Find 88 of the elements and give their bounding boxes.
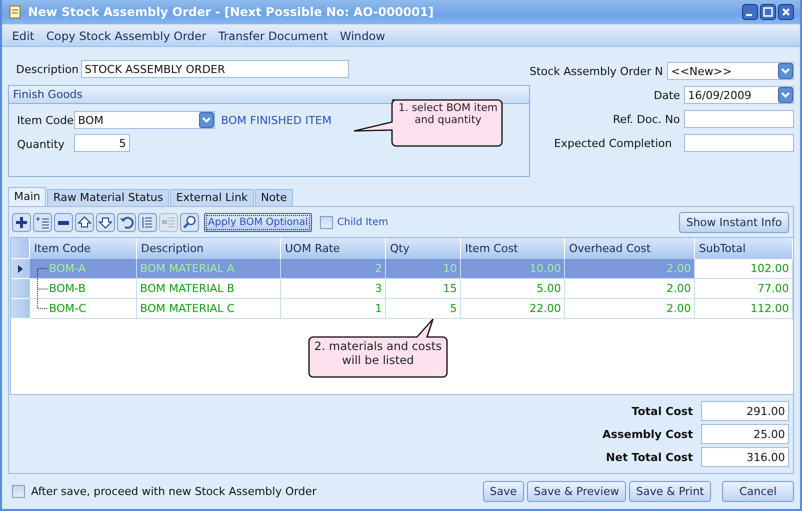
text-field[interactable]: [684, 134, 794, 152]
table-cell: 2.00: [666, 282, 691, 295]
total-label: Net Total Cost: [606, 450, 693, 464]
table-cell: 10: [443, 262, 457, 275]
table-cell: 102.00: [750, 262, 789, 275]
field-label: Description: [15, 62, 79, 76]
field-label: Ref. Doc. No: [612, 112, 680, 126]
quantity-field[interactable]: 5: [74, 134, 130, 152]
field-label: Quantity: [16, 138, 66, 150]
checkbox-label: After save, proceed with new Stock Assembly Order: [31, 484, 316, 498]
footer-button[interactable]: Save & Preview: [526, 480, 626, 502]
menu-item[interactable]: Edit: [6, 28, 40, 42]
column-header[interactable]: Description: [137, 238, 281, 259]
column-header[interactable]: UOM Rate: [281, 238, 386, 259]
group-title: Finish Goods: [9, 86, 529, 104]
total-field: 291.00: [701, 401, 789, 421]
footer-button[interactable]: Cancel: [722, 480, 794, 502]
arrow-down-icon[interactable]: [96, 213, 115, 232]
minus-icon[interactable]: [54, 213, 73, 232]
table-cell: BOM MATERIAL A: [140, 262, 234, 275]
table-cell: 15: [443, 282, 457, 295]
table-cell: 5: [450, 302, 457, 315]
table-cell: BOM-A: [49, 262, 86, 275]
close-icon[interactable]: [778, 4, 794, 20]
column-header[interactable]: Item Code: [30, 238, 137, 259]
total-label: Assembly Cost: [602, 428, 693, 440]
chevron-down-icon: [199, 112, 214, 128]
table-cell: 22.00: [530, 302, 561, 315]
show-instant-info-button[interactable]: Show Instant Info: [679, 212, 789, 233]
menu-item[interactable]: Window: [334, 28, 392, 42]
table-cell: 10.00: [530, 262, 561, 275]
table-cell: 77.00: [758, 282, 789, 295]
caret-right-icon: [18, 264, 23, 272]
child-item-checkbox[interactable]: [320, 216, 334, 229]
callout-text: 2. materials and costs will be listed: [313, 339, 443, 367]
arrow-up-icon[interactable]: [75, 213, 94, 232]
total-field: 316.00: [701, 447, 789, 467]
field-label: Expected Completion: [554, 136, 673, 150]
footer-button[interactable]: Save: [482, 480, 524, 502]
tab[interactable]: External Link: [170, 189, 254, 206]
table-cell: 2.00: [666, 262, 691, 275]
column-header[interactable]: Qty: [386, 238, 461, 259]
minimize-icon[interactable]: [742, 4, 758, 20]
list-icon[interactable]: [138, 213, 157, 232]
field-label: Date: [654, 88, 680, 102]
table-cell: 2.00: [666, 302, 691, 315]
table-cell: 3: [375, 282, 382, 295]
table-cell: 112.00: [750, 302, 789, 315]
insert-row-icon[interactable]: [33, 213, 52, 232]
total-label: Total Cost: [632, 404, 693, 418]
undo-icon[interactable]: [117, 213, 136, 232]
item-code-dropdown[interactable]: BOM: [74, 111, 215, 129]
proceed-checkbox[interactable]: [12, 484, 25, 498]
apply-bom-button[interactable]: Apply BOM Optional: [204, 213, 312, 232]
tab[interactable]: Main: [8, 187, 46, 206]
menu-item[interactable]: Copy Stock Assembly Order: [40, 28, 212, 42]
document-icon: [8, 5, 22, 19]
table-cell: 1: [375, 302, 382, 315]
column-header[interactable]: SubTotal: [695, 238, 793, 259]
date-picker[interactable]: 16/09/2009: [684, 86, 794, 104]
callout-text: 1. select BOM item and quantity: [397, 102, 499, 126]
total-field: 25.00: [701, 424, 789, 444]
tab[interactable]: Note: [254, 189, 293, 206]
search-icon[interactable]: [180, 213, 199, 232]
field-label: Stock Assembly Order N: [530, 64, 663, 78]
table-cell: BOM-C: [49, 302, 86, 315]
chevron-down-icon: [778, 87, 793, 103]
field-label: Item Code: [16, 114, 72, 126]
order-number-dropdown[interactable]: <<New>>: [667, 62, 794, 80]
footer-button[interactable]: Save & Print: [629, 480, 711, 502]
table-cell: BOM MATERIAL C: [140, 302, 235, 315]
table-cell: 5.00: [536, 282, 561, 295]
maximize-icon[interactable]: [760, 4, 776, 20]
row-indicator[interactable]: [11, 259, 30, 279]
column-header[interactable]: Item Cost: [461, 238, 565, 259]
window-title: New Stock Assembly Order - [Next Possible No: AO-000001]: [28, 5, 434, 19]
item-name: BOM FINISHED ITEM: [221, 114, 332, 126]
description-field[interactable]: STOCK ASSEMBLY ORDER: [80, 60, 349, 78]
tab[interactable]: Raw Material Status: [47, 189, 170, 206]
chevron-down-icon: [778, 63, 793, 79]
column-header[interactable]: Overhead Cost: [565, 238, 695, 259]
table-cell: BOM-B: [49, 282, 86, 295]
table-cell: 2: [375, 262, 382, 275]
plus-icon[interactable]: [12, 213, 31, 232]
menu-item[interactable]: Transfer Document: [212, 28, 334, 42]
table-cell: BOM MATERIAL B: [140, 282, 234, 295]
checkbox-label: Child Item: [337, 217, 388, 228]
text-field[interactable]: [684, 110, 794, 128]
